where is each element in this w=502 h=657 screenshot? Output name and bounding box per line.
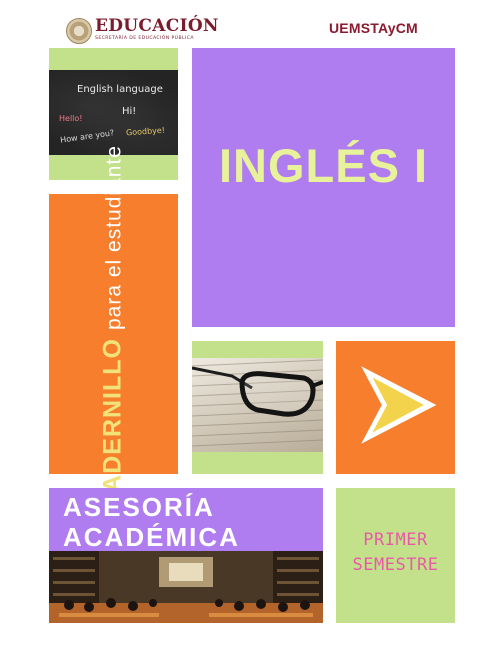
chalk-text-hello: Hello! (59, 114, 83, 123)
chalkboard-image: English language Hello! Hi! How are you?… (49, 70, 178, 155)
chalk-text-english-language: English language (77, 84, 163, 95)
institution-name: UEMSTAyCM (329, 20, 418, 36)
glasses-on-book-image (192, 358, 323, 452)
asesoria-title: ASESORÍA ACADÉMICA (63, 492, 240, 552)
ministry-logo-text: EDUCACIÓN (95, 16, 219, 36)
vertical-title: CUADERNILLOpara el estudiante (99, 145, 128, 531)
asesoria-line1: ASESORÍA (63, 492, 215, 522)
chalk-text-hi: Hi! (122, 106, 137, 117)
ministry-subtitle: SECRETARÍA DE EDUCACIÓN PÚBLICA (95, 36, 194, 41)
semester-line2: SEMESTRE (352, 555, 439, 575)
semester-line1: PRIMER (363, 530, 428, 550)
library-classroom-image (49, 551, 323, 623)
government-seal-icon (66, 18, 92, 44)
chevron-arrow-icon (361, 366, 437, 444)
asesoria-line2: ACADÉMICA (63, 522, 240, 552)
chalk-text-goodbye: Goodbye! (125, 125, 166, 138)
chalk-text-how-are-you: How are you? (59, 128, 115, 145)
vertical-title-wrapper: CUADERNILLOpara el estudiante (49, 145, 178, 531)
para-el-estudiante-label: para el estudiante (102, 145, 126, 331)
course-title: INGLÉS I (218, 139, 429, 192)
semester-label: PRIMER SEMESTRE (336, 528, 455, 578)
